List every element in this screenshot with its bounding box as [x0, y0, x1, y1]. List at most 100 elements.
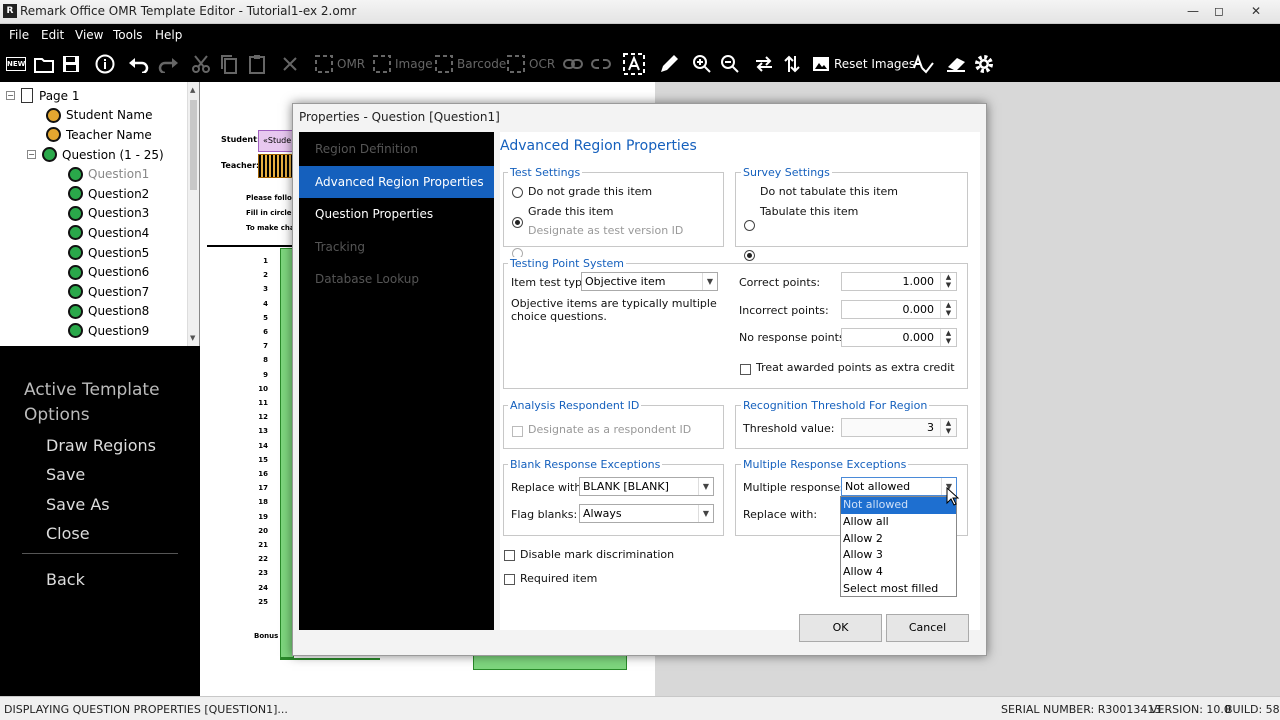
nav-question-properties[interactable]: Question Properties [299, 198, 494, 230]
correct-points-input[interactable]: 1.000 ▲ ▼ [841, 272, 957, 291]
tabulate-item-radio[interactable] [744, 250, 755, 261]
dropdown-option[interactable]: Allow all [841, 514, 956, 531]
save-button[interactable] [62, 52, 80, 76]
zoom-out-button[interactable] [720, 52, 740, 76]
maximize-button[interactable]: ◻ [1208, 2, 1230, 20]
dropdown-option[interactable]: Allow 2 [841, 531, 956, 548]
barcode-button[interactable]: Barcode [434, 52, 506, 76]
zoom-in-button[interactable] [692, 52, 712, 76]
scroll-up-icon[interactable]: ▲ [190, 86, 195, 94]
tree-node-question4[interactable]: Question4 [6, 223, 191, 243]
spin-arrows-icon[interactable]: ▲ ▼ [940, 273, 956, 290]
tree-node-question1[interactable]: Question1 [6, 164, 191, 184]
save-as-link[interactable]: Save As [46, 495, 110, 514]
tree-node-question9[interactable]: Question9 [6, 321, 191, 341]
info-button[interactable] [95, 52, 115, 76]
minimize-button[interactable]: — [1182, 2, 1204, 20]
menu-view[interactable]: View [75, 28, 103, 42]
spin-arrows-icon[interactable]: ▲ ▼ [940, 301, 956, 318]
tree-node-question8[interactable]: Question8 [6, 302, 191, 322]
tree-node-question-group[interactable]: − Question (1 - 25) [6, 145, 191, 165]
image-button[interactable]: Image [372, 52, 433, 76]
item-type-select[interactable]: Objective item ▼ [581, 272, 718, 291]
do-not-tabulate-radio[interactable] [744, 220, 755, 231]
tree-node-question2[interactable]: Question2 [6, 184, 191, 204]
close-button[interactable]: ✕ [1245, 2, 1267, 20]
spin-arrows-icon[interactable]: ▲ ▼ [940, 419, 956, 436]
new-button[interactable]: NEW [6, 52, 26, 76]
spin-arrows-icon[interactable]: ▲ ▼ [940, 329, 956, 346]
menu-tools[interactable]: Tools [113, 28, 143, 42]
menu-edit[interactable]: Edit [41, 28, 64, 42]
window-title: Remark Office OMR Template Editor - Tuto… [20, 4, 357, 18]
threshold-input[interactable]: 3 ▲ ▼ [841, 418, 957, 437]
collapse-icon[interactable]: − [27, 150, 36, 160]
tree-scrollbar[interactable]: ▲ ▼ [187, 82, 199, 346]
tree-node-page[interactable]: − Page 1 [6, 86, 191, 106]
serial-number: SERIAL NUMBER: R30013413 [1001, 703, 1162, 716]
respondent-id-checkbox[interactable] [512, 426, 523, 437]
back-link[interactable]: Back [46, 570, 85, 589]
scroll-down-icon[interactable]: ▼ [190, 334, 195, 342]
no-response-points-input[interactable]: 0.000 ▲ ▼ [841, 328, 957, 347]
pencil-button[interactable] [659, 52, 679, 76]
required-item-checkbox[interactable] [504, 574, 515, 585]
draw-regions-link[interactable]: Draw Regions [46, 436, 156, 455]
save-link[interactable]: Save [46, 465, 85, 484]
ok-button[interactable]: OK [799, 614, 882, 642]
copy-button[interactable] [219, 52, 239, 76]
tree-node-question5[interactable]: Question5 [6, 243, 191, 263]
flag-blanks-select[interactable]: Always ▼ [579, 504, 714, 523]
dropdown-option[interactable]: Allow 4 [841, 564, 956, 581]
ocr-button[interactable]: OCR [506, 52, 555, 76]
scroll-thumb[interactable] [190, 100, 197, 190]
grade-item-radio[interactable] [512, 217, 523, 228]
text-region-button[interactable] [623, 52, 645, 76]
student-field[interactable]: «Stude [258, 130, 294, 152]
blank-replace-select[interactable]: BLANK [BLANK] ▼ [579, 477, 714, 496]
menu-file[interactable]: File [9, 28, 29, 42]
do-not-grade-radio[interactable] [512, 187, 523, 198]
cancel-button[interactable]: Cancel [886, 614, 969, 642]
dropdown-option[interactable]: Not allowed [841, 497, 956, 514]
eraser-button[interactable] [945, 52, 967, 76]
unlink-button[interactable] [591, 52, 611, 76]
dropdown-option[interactable]: Allow 3 [841, 547, 956, 564]
spellcheck-button[interactable] [912, 52, 934, 76]
nav-tracking[interactable]: Tracking [299, 231, 494, 263]
tree-node-question6[interactable]: Question6 [6, 262, 191, 282]
flag-blanks-value: Always [583, 507, 622, 520]
incorrect-points-input[interactable]: 0.000 ▲ ▼ [841, 300, 957, 319]
menu-help[interactable]: Help [155, 28, 182, 42]
reset-images-button[interactable]: Reset Images [812, 52, 915, 76]
nav-advanced-region-properties[interactable]: Advanced Region Properties [299, 166, 494, 198]
tree-node-question3[interactable]: Question3 [6, 204, 191, 224]
omr-button[interactable]: OMR [314, 52, 365, 76]
question-region-icon [68, 166, 83, 182]
extra-credit-checkbox[interactable] [740, 364, 751, 375]
cut-button[interactable] [191, 52, 211, 76]
tree-node-teacher-name[interactable]: Teacher Name [6, 125, 191, 145]
link-button[interactable] [563, 52, 583, 76]
open-button[interactable] [34, 52, 54, 76]
tree-node-question7[interactable]: Question7 [6, 282, 191, 302]
collapse-icon[interactable]: − [6, 91, 15, 101]
undo-button[interactable] [128, 52, 150, 76]
tree-node-student-name[interactable]: Student Name [6, 106, 191, 126]
dropdown-option[interactable]: Select most filled [841, 581, 956, 598]
multiple-responses-select[interactable]: Not allowed ▼ [841, 477, 957, 496]
delete-button[interactable] [281, 52, 299, 76]
redo-button[interactable] [157, 52, 179, 76]
instruction-line: To make cha [246, 224, 295, 232]
paste-button[interactable] [247, 52, 267, 76]
group-label: Analysis Respondent ID [508, 399, 642, 412]
disable-mark-discrimination-checkbox[interactable] [504, 550, 515, 561]
row-number: 21 [258, 541, 268, 549]
nav-database-lookup[interactable]: Database Lookup [299, 263, 494, 295]
settings-button[interactable] [973, 52, 995, 76]
nav-region-definition[interactable]: Region Definition [299, 133, 494, 165]
close-link[interactable]: Close [46, 524, 90, 543]
teacher-barcode[interactable] [258, 154, 294, 178]
swap-vertical-button[interactable] [783, 52, 801, 76]
swap-horizontal-button[interactable] [754, 52, 774, 76]
